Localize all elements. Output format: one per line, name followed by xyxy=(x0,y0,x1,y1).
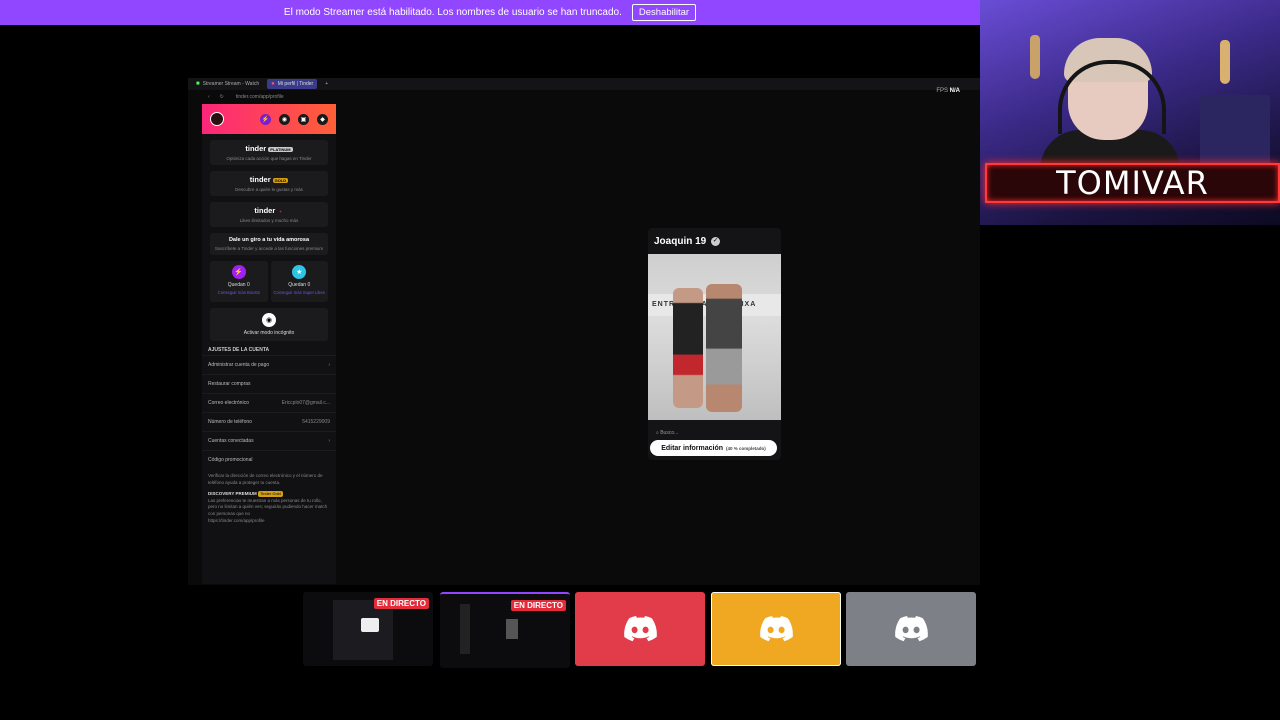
get-boosts-link[interactable]: Conseguir más Boosts xyxy=(210,290,268,296)
discord-tile-grey[interactable] xyxy=(846,592,976,666)
streamer-nameplate: TOMIVAR xyxy=(985,163,1280,203)
lightning-icon: ⚡ xyxy=(231,265,246,279)
tinder-flame-icon: ● xyxy=(271,81,275,87)
browser-tab-stream[interactable]: ■ Streamer Stream - Watch xyxy=(192,79,263,89)
live-badge: EN DIRECTO xyxy=(373,598,429,609)
gold-badge: GOLD xyxy=(272,177,289,183)
setting-restore-purchases[interactable]: Restaurar compras xyxy=(202,374,336,393)
profile-name: Joaquin 19 ✓ xyxy=(654,236,721,247)
discovery-text: Las preferencias te muestran a más perso… xyxy=(208,497,328,517)
footer-url: https://tinder.com/app/profile xyxy=(208,517,265,523)
fps-value: N/A xyxy=(949,88,960,94)
looking-for-field: ⌕ Busco... xyxy=(656,430,679,436)
setting-promo-code[interactable]: Código promocional xyxy=(202,450,336,469)
shield-icon[interactable]: ◆ xyxy=(317,113,328,125)
stream-tile-screen-1[interactable]: EN DIRECTO xyxy=(303,592,433,666)
discord-icon xyxy=(895,616,928,642)
account-settings-heading: AJUSTES DE LA CUENTA xyxy=(208,347,270,354)
discord-icon xyxy=(760,616,793,642)
shared-browser-window: ■ Streamer Stream - Watch ● Mi perfil | Ti… xyxy=(188,78,980,585)
fps-counter: FPS N/A xyxy=(936,88,960,94)
tinder-sidebar: ⚡ ◉ ▣ ◆ tinder PLATINUM Optimiza cada acc… xyxy=(202,104,336,584)
streamer-name: TOMIVAR xyxy=(1056,164,1209,202)
plan-desc: Optimiza cada acción que hagas en Tinder xyxy=(226,156,312,161)
star-icon: ★ xyxy=(292,265,307,279)
eye-icon: ◉ xyxy=(262,313,276,328)
tinder-sidebar-header: ⚡ ◉ ▣ ◆ xyxy=(202,104,336,134)
superlike-count: Quedan 0 xyxy=(288,282,311,288)
chevron-right-icon: › xyxy=(328,362,330,369)
monitor-icon xyxy=(361,618,379,632)
boost-counter-card[interactable]: ⚡ Quedan 0 Conseguir más Boosts xyxy=(210,261,268,303)
settings-footer: Verificar la dirección de correo electró… xyxy=(202,469,336,528)
plan-desc: Likes ilimitados y mucho más xyxy=(239,218,299,223)
tinder-logo: tinder xyxy=(254,206,276,215)
setting-email[interactable]: Correo electrónico Ericcplo07@gmail.c... xyxy=(202,393,336,412)
banner-message: El modo Streamer está habilitado. Los no… xyxy=(283,7,622,18)
profile-photo[interactable]: ENTRENA BAR LA FAIXA xyxy=(648,254,781,420)
plan-desc: Descubre a quién le gustas y más xyxy=(235,187,303,192)
live-badge: EN DIRECTO xyxy=(510,600,566,611)
browser-address-bar[interactable]: ‹ ↻ tinder.com/app/profile xyxy=(188,92,980,102)
fps-label: FPS xyxy=(936,88,948,94)
promo-title: Dale un giro a tu vida amorosa xyxy=(228,237,310,243)
setting-payment-account[interactable]: Administrar cuenta de pago › xyxy=(202,355,336,374)
streamer-mode-banner: El modo Streamer está habilitado. Los no… xyxy=(0,0,980,25)
promo-card[interactable]: Dale un giro a tu vida amorosa Suscríbet… xyxy=(210,233,328,255)
discord-icon xyxy=(624,616,657,642)
guitar-right xyxy=(1220,40,1230,84)
get-superlikes-link[interactable]: Conseguir más Super Likes xyxy=(271,290,329,296)
browser-tab-tinder[interactable]: ● Mi perfil | Tinder xyxy=(267,79,318,89)
disable-streamer-mode-button[interactable]: Deshabilitar xyxy=(631,4,697,21)
boost-row: ⚡ Quedan 0 Conseguir más Boosts ★ Quedan… xyxy=(210,261,329,303)
back-icon[interactable]: ‹ xyxy=(208,94,210,100)
promo-desc: Suscríbete a Tinder y accede a las funci… xyxy=(214,246,324,251)
setting-connected-accounts[interactable]: Cuentas conectadas › xyxy=(202,431,336,450)
reload-icon[interactable]: ↻ xyxy=(220,94,224,100)
discovery-title: DISCOVERY PREMIUM xyxy=(208,490,257,496)
guitar-left xyxy=(1030,35,1040,79)
url-text: tinder.com/app/profile xyxy=(235,94,284,100)
briefcase-icon[interactable]: ▣ xyxy=(298,113,309,125)
verify-text: Verificar la dirección de correo electró… xyxy=(208,473,323,486)
platinum-badge: PLATINUM xyxy=(268,146,293,152)
gold-badge: Tinder Gold xyxy=(258,490,283,497)
boost-count: Quedan 0 xyxy=(227,282,250,288)
twitch-icon: ■ xyxy=(196,81,200,87)
profile-preview-card: Joaquin 19 ✓ ENTRENA BAR LA FAIXA ⌕ Busc… xyxy=(648,228,781,460)
boost-icon[interactable]: ⚡ xyxy=(260,113,271,125)
tinder-logo: tinder xyxy=(245,144,267,153)
superlike-counter-card[interactable]: ★ Quedan 0 Conseguir más Super Likes xyxy=(270,261,329,303)
incognito-label: Activar modo incógnito xyxy=(243,330,295,337)
plan-card-gold[interactable]: tinder GOLD Descubre a quién le gustas y … xyxy=(210,171,328,196)
explore-icon[interactable]: ◉ xyxy=(279,113,290,125)
discord-tile-yellow[interactable] xyxy=(711,592,841,666)
avatar[interactable] xyxy=(210,112,224,126)
setting-phone[interactable]: Número de teléfono 5415229009 xyxy=(202,412,336,431)
person-left xyxy=(673,288,703,408)
edit-info-button[interactable]: Editar información (40 % completado) xyxy=(650,440,777,456)
browser-tab-bar: ■ Streamer Stream - Watch ● Mi perfil | Ti… xyxy=(188,78,980,90)
person-right xyxy=(706,284,742,412)
incognito-card[interactable]: ◉ Activar modo incógnito xyxy=(210,308,328,342)
stream-tiles-row: EN DIRECTO EN DIRECTO xyxy=(303,592,977,668)
plan-card-platinum[interactable]: tinder PLATINUM Optimiza cada acción que … xyxy=(210,140,328,165)
stream-tile-screen-2[interactable]: EN DIRECTO xyxy=(440,592,570,668)
verified-badge-icon: ✓ xyxy=(711,236,721,246)
plan-card-plus[interactable]: tinder + Likes ilimitados y mucho más xyxy=(210,202,328,227)
discord-tile-red[interactable] xyxy=(575,592,705,666)
chevron-right-icon: › xyxy=(328,438,330,445)
plus-badge: + xyxy=(279,208,282,214)
tinder-logo: tinder xyxy=(249,175,271,184)
new-tab-button[interactable]: + xyxy=(321,79,332,89)
